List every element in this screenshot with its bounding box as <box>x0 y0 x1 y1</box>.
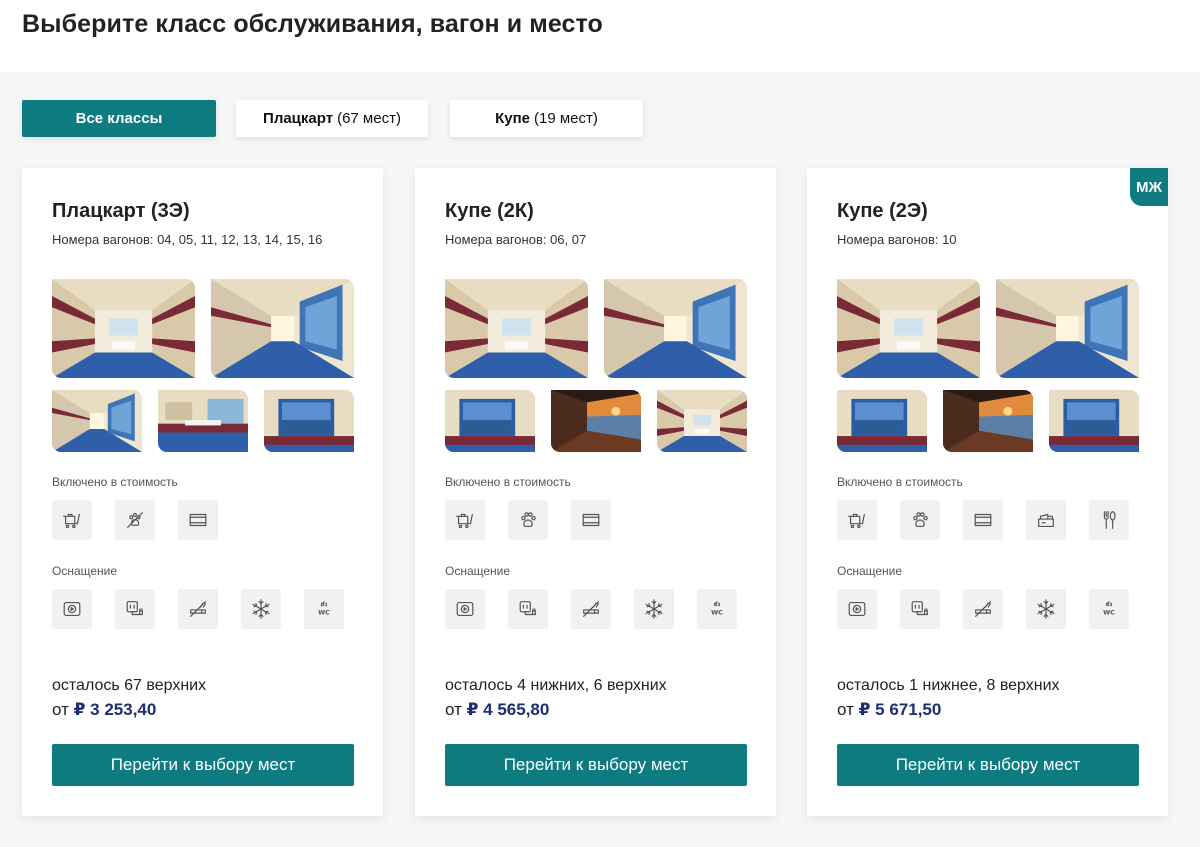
filter-label: Все классы <box>75 110 163 127</box>
filter-all-classes[interactable]: Все классы <box>22 100 216 137</box>
svg-text:WC: WC <box>711 609 723 617</box>
included-label: Включено в стоимость <box>445 475 571 489</box>
class-card: Плацкарт (3Э) Номера вагонов: 04, 05, 11,… <box>22 168 383 816</box>
page-title: Выберите класс обслуживания, вагон и мес… <box>22 10 603 38</box>
photo-interior[interactable] <box>943 390 1033 452</box>
gender-badge: МЖ <box>1130 168 1168 206</box>
photo-interior[interactable] <box>1049 390 1139 452</box>
equipment-label: Оснащение <box>445 564 511 578</box>
card-title: Купе (2К) <box>445 200 534 222</box>
photo-interior[interactable] <box>158 390 248 452</box>
price-amount: ₽ 3 253,40 <box>73 700 157 719</box>
media-player-icon[interactable] <box>52 589 92 629</box>
price: от ₽ 5 671,50 <box>837 700 941 720</box>
page-header: Выберите класс обслуживания, вагон и мес… <box>0 0 1200 72</box>
filter-label: Купе <box>495 110 531 127</box>
choose-seats-button[interactable]: Перейти к выбору мест <box>445 744 747 786</box>
no-smoking-icon[interactable] <box>571 589 611 629</box>
car-numbers: Номера вагонов: 06, 07 <box>445 232 587 247</box>
filter-label: Плацкарт <box>263 110 334 127</box>
photo-interior[interactable] <box>657 390 747 452</box>
svg-text:WC: WC <box>318 609 330 617</box>
photo-interior[interactable] <box>551 390 641 452</box>
class-card: Купе (2К) Номера вагонов: 06, 07 Включен… <box>415 168 776 816</box>
content-area: Все классы Плацкарт (67 мест) Купе (19 м… <box>0 72 1200 847</box>
seats-remaining: осталось 67 верхних <box>52 677 207 694</box>
luggage-cart-icon[interactable] <box>52 500 92 540</box>
price-amount: ₽ 5 671,50 <box>858 700 942 719</box>
photo-compartment[interactable] <box>445 279 588 378</box>
filter-count: (67 мест) <box>337 110 401 127</box>
no-pets-icon[interactable] <box>115 500 155 540</box>
photo-interior[interactable] <box>52 390 142 452</box>
seats-remaining: осталось 4 нижних, 6 верхних <box>445 677 667 694</box>
price-prefix: от <box>445 700 462 719</box>
no-smoking-icon[interactable] <box>963 589 1003 629</box>
media-player-icon[interactable] <box>445 589 485 629</box>
included-label: Включено в стоимость <box>52 475 178 489</box>
photo-gallery <box>445 279 747 452</box>
no-smoking-icon[interactable] <box>178 589 218 629</box>
price-amount: ₽ 4 565,80 <box>466 700 550 719</box>
seats-remaining: осталось 1 нижнее, 8 верхних <box>837 677 1060 694</box>
price-prefix: от <box>837 700 854 719</box>
photo-interior[interactable] <box>264 390 354 452</box>
air-conditioning-icon[interactable] <box>634 589 674 629</box>
window-tv-icon[interactable] <box>178 500 218 540</box>
price-prefix: от <box>52 700 69 719</box>
power-socket-icon[interactable] <box>508 589 548 629</box>
air-conditioning-icon[interactable] <box>241 589 281 629</box>
window-tv-icon[interactable] <box>571 500 611 540</box>
filter-platskart[interactable]: Плацкарт (67 мест) <box>236 100 428 137</box>
photo-gallery <box>52 279 354 452</box>
pet-paw-icon[interactable] <box>508 500 548 540</box>
photo-corridor[interactable] <box>211 279 354 378</box>
wc-icon[interactable]: WC <box>697 589 737 629</box>
wc-icon[interactable]: WC <box>1089 589 1129 629</box>
power-socket-icon[interactable] <box>900 589 940 629</box>
filter-kupe[interactable]: Купе (19 мест) <box>450 100 643 137</box>
media-player-icon[interactable] <box>837 589 877 629</box>
equipment-label: Оснащение <box>52 564 118 578</box>
included-label: Включено в стоимость <box>837 475 963 489</box>
photo-compartment[interactable] <box>837 279 980 378</box>
price: от ₽ 4 565,80 <box>445 700 549 720</box>
meal-icon[interactable] <box>1089 500 1129 540</box>
photo-interior[interactable] <box>445 390 535 452</box>
power-socket-icon[interactable] <box>115 589 155 629</box>
photo-corridor[interactable] <box>996 279 1139 378</box>
equipment-label: Оснащение <box>837 564 903 578</box>
luggage-cart-icon[interactable] <box>837 500 877 540</box>
choose-seats-button[interactable]: Перейти к выбору мест <box>52 744 354 786</box>
luggage-cart-icon[interactable] <box>445 500 485 540</box>
photo-corridor[interactable] <box>604 279 747 378</box>
choose-seats-button[interactable]: Перейти к выбору мест <box>837 744 1139 786</box>
photo-gallery <box>837 279 1139 452</box>
hygiene-kit-icon[interactable] <box>1026 500 1066 540</box>
car-numbers: Номера вагонов: 04, 05, 11, 12, 13, 14, … <box>52 232 323 247</box>
wc-icon[interactable]: WC <box>304 589 344 629</box>
air-conditioning-icon[interactable] <box>1026 589 1066 629</box>
price: от ₽ 3 253,40 <box>52 700 156 720</box>
photo-interior[interactable] <box>837 390 927 452</box>
class-card: МЖ Купе (2Э) Номера вагонов: 10 Включено… <box>807 168 1168 816</box>
card-title: Плацкарт (3Э) <box>52 200 190 222</box>
window-tv-icon[interactable] <box>963 500 1003 540</box>
filter-count: (19 мест) <box>534 110 598 127</box>
car-numbers: Номера вагонов: 10 <box>837 232 957 247</box>
card-title: Купе (2Э) <box>837 200 928 222</box>
svg-text:WC: WC <box>1103 609 1115 617</box>
photo-compartment[interactable] <box>52 279 195 378</box>
pet-paw-icon[interactable] <box>900 500 940 540</box>
